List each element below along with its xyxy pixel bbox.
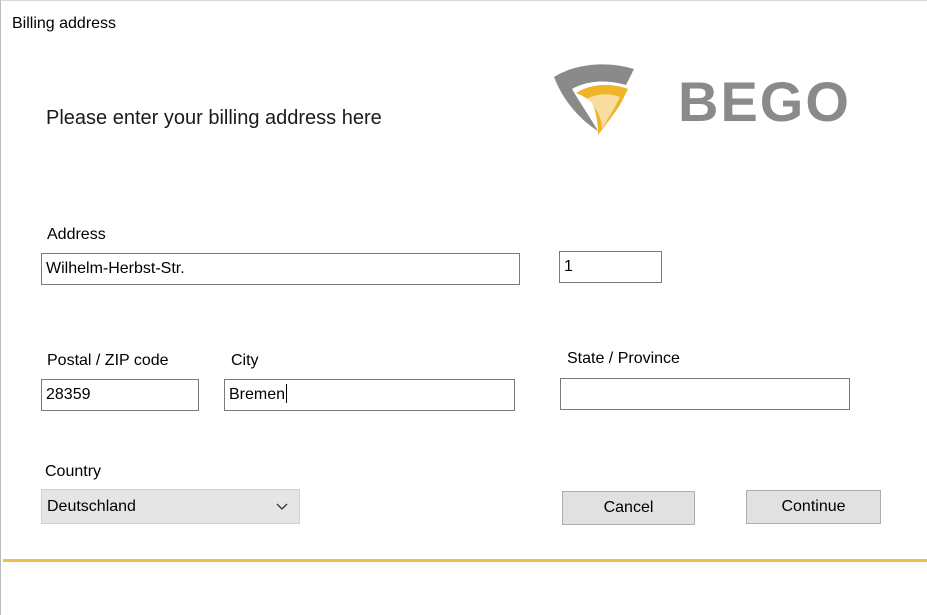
street-input[interactable]: Wilhelm-Herbst-Str. xyxy=(41,253,520,285)
city-value: Bremen xyxy=(229,386,286,403)
footer-divider xyxy=(3,559,927,562)
chevron-down-icon xyxy=(276,503,288,510)
address-label: Address xyxy=(47,226,106,243)
country-label: Country xyxy=(45,463,102,480)
country-select[interactable]: Deutschland xyxy=(41,489,300,524)
text-caret xyxy=(286,384,288,403)
window-title: Billing address xyxy=(12,15,117,32)
city-label: City xyxy=(231,352,259,369)
postal-code-input[interactable]: 28359 xyxy=(41,379,199,411)
house-number-input[interactable]: 1 xyxy=(559,251,662,283)
cancel-button[interactable]: Cancel xyxy=(562,491,695,525)
city-input[interactable]: Bremen xyxy=(224,379,515,411)
country-selected-value: Deutschland xyxy=(47,498,136,515)
state-label: State / Province xyxy=(567,350,680,367)
bego-logo: BEGO xyxy=(554,64,851,135)
logo-wordmark: BEGO xyxy=(678,70,851,133)
continue-button[interactable]: Continue xyxy=(746,490,881,524)
state-input[interactable] xyxy=(560,378,850,410)
postal-code-label: Postal / ZIP code xyxy=(47,352,169,369)
page-heading: Please enter your billing address here xyxy=(46,107,382,129)
billing-address-window: Billing address Please enter your billin… xyxy=(0,0,927,615)
